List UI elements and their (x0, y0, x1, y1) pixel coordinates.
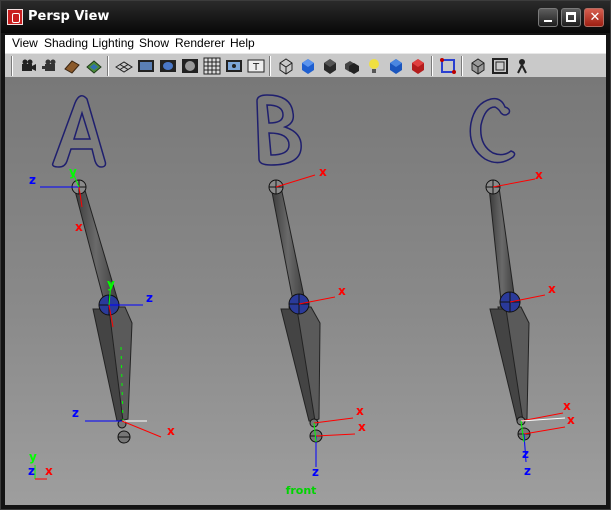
toolbar-grip[interactable] (11, 56, 13, 76)
gizmo-y-label: y (29, 450, 37, 464)
perspective-viewport[interactable]: z y x z y z x x x x x z x x x x z z y z … (5, 77, 606, 505)
letter-b-outline (256, 94, 302, 166)
maximize-icon (566, 12, 576, 22)
panel-toolbar: T (5, 53, 606, 77)
rig-b-bottom-z-label: z (312, 465, 319, 479)
window-title: Persp View (28, 9, 110, 24)
rig-c-mid-x-label: x (548, 282, 556, 296)
image-plane-icon[interactable] (85, 57, 103, 75)
letter-a-outline (51, 95, 107, 168)
rig-c-bottom-x-label-1: x (563, 399, 571, 413)
film-gate-icon[interactable] (137, 57, 155, 75)
toolbar-separator (431, 56, 433, 76)
rig-a-bottom-z-label: z (72, 406, 79, 420)
shadows-icon[interactable] (409, 57, 427, 75)
menu-view[interactable]: View (12, 36, 38, 50)
bookmarks-icon[interactable] (63, 57, 81, 75)
xray-joints-icon[interactable] (491, 57, 509, 75)
grid-icon[interactable] (115, 57, 133, 75)
menu-renderer[interactable]: Renderer (175, 36, 225, 50)
use-all-lights-icon[interactable] (365, 57, 383, 75)
toolbar-separator (269, 56, 271, 76)
letter-c-outline (469, 97, 516, 164)
wireframe-icon[interactable] (277, 57, 295, 75)
menu-shading[interactable]: Shading (44, 36, 88, 50)
rig-b-bottom-x-label-1: x (356, 404, 364, 418)
svg-text:T: T (252, 62, 260, 73)
rig-c[interactable] (485, 178, 566, 463)
rig-a-top-y-label: y (69, 165, 77, 179)
rig-a-mid-z-label: z (146, 291, 153, 305)
xray-icon[interactable] (469, 57, 487, 75)
rig-a-bottom-x-label: x (167, 424, 175, 438)
maximize-button[interactable] (561, 8, 581, 27)
rig-b-mid-x-label: x (338, 284, 346, 298)
close-icon: ✕ (589, 10, 601, 25)
menu-bar: View Shading Lighting Show Renderer Help (5, 35, 606, 53)
camera-name-label: front (286, 484, 317, 497)
rig-c-bottom-z-label-2: z (524, 464, 531, 478)
minimize-icon (544, 20, 552, 22)
rig-c-bottom-z-label-1: z (522, 447, 529, 461)
close-button[interactable]: ✕ (584, 8, 604, 27)
rig-c-top-x-label: x (535, 168, 543, 182)
isolate-select-icon[interactable] (439, 57, 457, 75)
rig-a-top-z-label: z (29, 173, 36, 187)
smooth-shade-icon[interactable] (299, 57, 317, 75)
rig-b-top-x-label: x (319, 165, 327, 179)
resolution-gate-icon[interactable] (159, 57, 177, 75)
textured-icon[interactable] (387, 57, 405, 75)
camera-select-icon[interactable] (19, 57, 37, 75)
menu-help[interactable]: Help (230, 36, 255, 50)
menu-lighting[interactable]: Lighting (92, 36, 134, 50)
persp-view-window: Persp View ✕ View Shading Lighting Show … (0, 0, 611, 510)
gizmo-z-label: z (28, 464, 35, 478)
menu-show[interactable]: Show (139, 36, 169, 50)
camera-attributes-icon[interactable] (41, 57, 59, 75)
safe-action-icon[interactable] (225, 57, 243, 75)
rig-b[interactable] (268, 174, 356, 467)
gate-mask-icon[interactable] (181, 57, 199, 75)
toolbar-separator (461, 56, 463, 76)
default-material-icon[interactable] (321, 57, 339, 75)
shade-all-icon[interactable] (343, 57, 361, 75)
toolbar-separator (107, 56, 109, 76)
safe-title-icon[interactable]: T (247, 57, 265, 75)
rig-c-bottom-x-label-2: x (567, 413, 575, 427)
backface-icon[interactable] (513, 57, 531, 75)
title-bar[interactable]: Persp View ✕ (1, 1, 610, 33)
rig-b-bottom-x-label-2: x (358, 420, 366, 434)
minimize-button[interactable] (538, 8, 558, 27)
rig-a-mid-y-label: y (107, 277, 115, 291)
scene-canvas[interactable]: z y x z y z x x x x x z x x x x z z y z … (5, 77, 606, 505)
rig-a-top-x-label: x (75, 220, 83, 234)
rig-a[interactable] (40, 172, 162, 444)
field-chart-icon[interactable] (203, 57, 221, 75)
maya-app-icon[interactable] (7, 9, 23, 25)
gizmo-x-label: x (45, 464, 53, 478)
